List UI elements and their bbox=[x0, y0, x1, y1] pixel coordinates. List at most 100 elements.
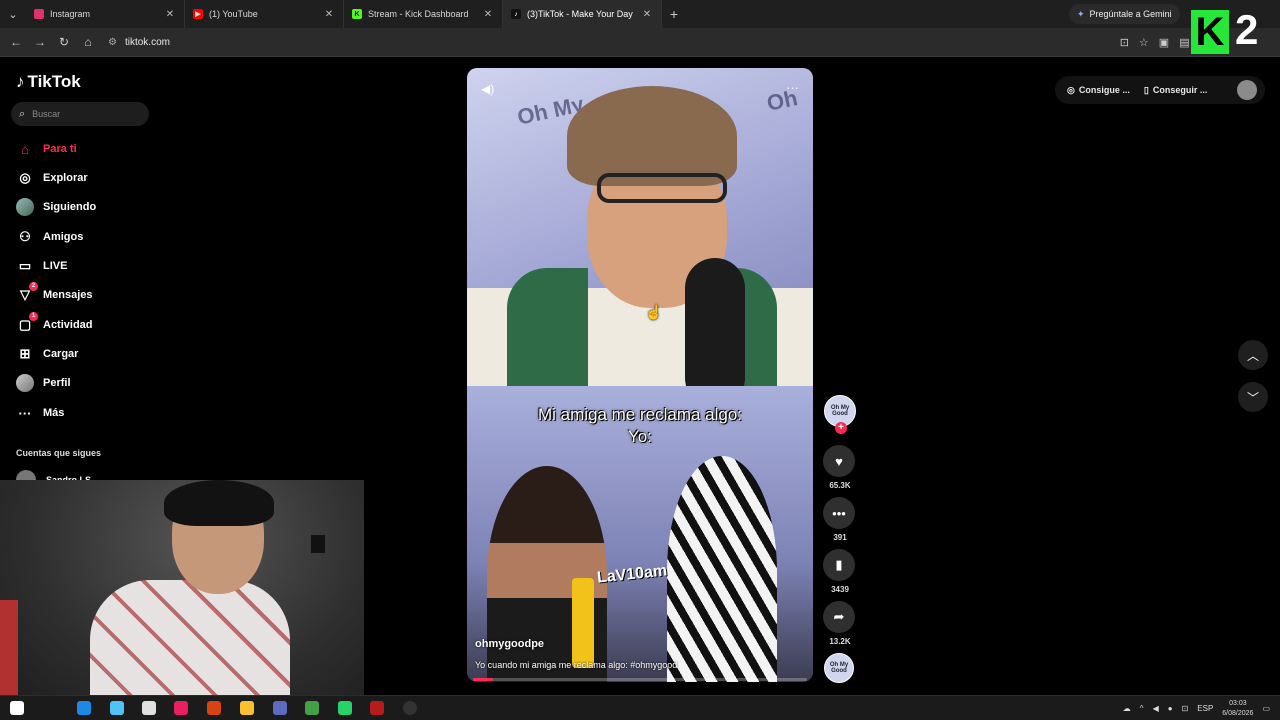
network-icon[interactable]: ⊡ bbox=[1182, 704, 1189, 713]
tiktok-logo[interactable]: ♪ TikTok bbox=[16, 72, 81, 92]
forward-icon[interactable]: → bbox=[28, 35, 52, 49]
close-tab-icon[interactable]: ✕ bbox=[164, 9, 176, 20]
notifications-icon[interactable]: ▭ bbox=[1262, 704, 1270, 713]
reload-icon[interactable]: ↻ bbox=[52, 35, 76, 49]
sidebar-item-label: Mensajes bbox=[43, 289, 93, 301]
avatar-text: Oh My Good bbox=[830, 405, 850, 417]
video-author[interactable]: ohmygoodpe bbox=[475, 638, 544, 650]
top-right-bar: ◎ Consigue ... ▯ Conseguir ... bbox=[1055, 76, 1265, 104]
tab-title: Stream - Kick Dashboard bbox=[368, 9, 469, 19]
obs-icon[interactable] bbox=[403, 701, 417, 715]
new-tab-button[interactable]: + bbox=[662, 6, 686, 22]
sidebar-item-explorar[interactable]: ◎ Explorar bbox=[16, 169, 87, 187]
home-browser-icon[interactable]: ⌂ bbox=[76, 35, 100, 49]
sidebar-item-siguiendo[interactable]: Siguiendo bbox=[16, 198, 96, 216]
like-count: 65.3K bbox=[829, 481, 851, 490]
close-tab-icon[interactable]: ✕ bbox=[482, 9, 494, 20]
tab-title: (1) YouTube bbox=[209, 9, 258, 19]
start-icon[interactable] bbox=[10, 701, 24, 715]
video-player[interactable]: Oh My Oh LaV10am Mi amiga me reclama alg… bbox=[467, 68, 813, 682]
tab-instagram[interactable]: Instagram ✕ bbox=[26, 0, 185, 28]
tab-title: Instagram bbox=[50, 9, 91, 19]
search-icon: ⌕ bbox=[19, 107, 26, 120]
video-top-panel: Oh My Oh bbox=[467, 68, 813, 408]
webcam-overlay bbox=[0, 480, 364, 707]
install-icon[interactable]: ⊡ bbox=[1120, 36, 1129, 49]
gemini-label: Pregúntale a Gemini bbox=[1089, 9, 1172, 19]
address-bar: ← → ↻ ⌂ ⚙ tiktok.com ⊡ ☆ ▣ ▤ ◧ bbox=[0, 28, 1280, 57]
tab-bar: ⌄ Instagram ✕ ▶ (1) YouTube ✕ K Stream -… bbox=[0, 0, 1280, 28]
video-progress-bar[interactable] bbox=[473, 678, 807, 681]
creator-avatar[interactable]: Oh My Good + bbox=[824, 395, 856, 434]
sidebar-item-para-ti[interactable]: ⌂ Para ti bbox=[16, 140, 77, 158]
weather-icon[interactable]: ☁ bbox=[1123, 704, 1131, 713]
avatar[interactable] bbox=[1237, 80, 1257, 100]
close-tab-icon[interactable]: ✕ bbox=[641, 9, 653, 20]
follow-plus-icon[interactable]: + bbox=[835, 422, 847, 434]
url-field[interactable]: ⚙ tiktok.com bbox=[108, 37, 170, 48]
sidebar-item-actividad[interactable]: ▢ 1 Actividad bbox=[16, 312, 93, 334]
sidebar-item-label: Amigos bbox=[43, 231, 84, 243]
tab-youtube[interactable]: ▶ (1) YouTube ✕ bbox=[185, 0, 344, 28]
sidepanel-icon[interactable]: ▤ bbox=[1179, 36, 1189, 49]
tab-kick[interactable]: K Stream - Kick Dashboard ✕ bbox=[344, 0, 503, 28]
next-video-button[interactable]: ﹀ bbox=[1238, 382, 1268, 412]
app-label: Conseguir ... bbox=[1152, 85, 1208, 95]
clock[interactable]: 03:03 6/08/2026 bbox=[1222, 699, 1253, 719]
close-tab-icon[interactable]: ✕ bbox=[323, 9, 335, 20]
search-input[interactable]: ⌕ Buscar bbox=[11, 102, 149, 126]
sidebar-item-label: Más bbox=[43, 407, 65, 419]
app-icon[interactable] bbox=[110, 701, 124, 715]
sidebar-item-mensajes[interactable]: ▽ 2 Mensajes bbox=[16, 282, 93, 304]
instagram-icon bbox=[34, 9, 44, 19]
tray-arrow-icon[interactable]: ^ bbox=[1140, 704, 1144, 713]
extension-icon[interactable]: ▣ bbox=[1159, 36, 1169, 49]
previous-video-button[interactable]: ︿ bbox=[1238, 340, 1268, 370]
sidebar-item-perfil[interactable]: Perfil bbox=[16, 374, 71, 392]
speaker-icon[interactable]: ◀ bbox=[1153, 704, 1159, 713]
app-icon[interactable] bbox=[77, 701, 91, 715]
whatsapp-icon[interactable] bbox=[338, 701, 352, 715]
tab-search-menu-icon[interactable]: ⌄ bbox=[0, 0, 26, 28]
youtube-icon: ▶ bbox=[193, 9, 203, 19]
app-icon[interactable] bbox=[142, 701, 156, 715]
sidebar-item-amigos[interactable]: ⚇ Amigos bbox=[16, 228, 83, 246]
more-options-icon[interactable]: ··· bbox=[786, 80, 799, 95]
share-button[interactable]: ➦ 13.2K bbox=[823, 601, 857, 646]
app-icon[interactable] bbox=[174, 701, 188, 715]
share-count: 13.2K bbox=[829, 637, 851, 646]
get-coins-button[interactable]: ◎ Consigue ... bbox=[1063, 85, 1134, 96]
back-icon[interactable]: ← bbox=[4, 35, 28, 49]
comment-button[interactable]: ••• 391 bbox=[823, 497, 857, 542]
app-icon[interactable] bbox=[370, 701, 384, 715]
mic-icon[interactable]: ● bbox=[1168, 704, 1173, 713]
sidebar-item-cargar[interactable]: ⊞ Cargar bbox=[16, 345, 79, 363]
app-icon[interactable] bbox=[207, 701, 221, 715]
sound-avatar[interactable]: Oh My Good bbox=[824, 653, 854, 683]
tab-tiktok[interactable]: ♪ (3)TikTok - Make Your Day ✕ bbox=[503, 0, 662, 28]
sidebar-item-label: Perfil bbox=[43, 377, 71, 389]
save-button[interactable]: ▮ 3439 bbox=[823, 549, 857, 594]
chrome-icon[interactable] bbox=[305, 701, 319, 715]
messages-badge: 2 bbox=[29, 282, 38, 291]
like-button[interactable]: ♥ 65.3K bbox=[823, 445, 857, 490]
comment-count: 391 bbox=[833, 533, 847, 542]
logo-text: TikTok bbox=[27, 72, 81, 91]
sidebar-item-mas[interactable]: ··· Más bbox=[16, 404, 65, 422]
bookmark-icon: ▮ bbox=[823, 549, 855, 581]
chevron-down-icon: ﹀ bbox=[1246, 390, 1259, 405]
mouse-cursor-icon: ☝ bbox=[645, 304, 663, 320]
app-icon[interactable] bbox=[273, 701, 287, 715]
site-info-icon[interactable]: ⚙ bbox=[108, 37, 117, 48]
language-indicator[interactable]: ESP bbox=[1197, 704, 1213, 713]
overlay-number: 2 bbox=[1235, 6, 1259, 53]
tiktok-note-icon: ♪ bbox=[16, 72, 25, 91]
bookmark-star-icon[interactable]: ☆ bbox=[1139, 36, 1149, 49]
app-icon[interactable] bbox=[240, 701, 254, 715]
gemini-button[interactable]: ✦ Pregúntale a Gemini bbox=[1069, 4, 1180, 24]
sidebar-item-live[interactable]: ▭ LIVE bbox=[16, 257, 68, 275]
get-app-button[interactable]: ▯ Conseguir ... bbox=[1140, 85, 1211, 96]
volume-icon[interactable]: ◀) bbox=[481, 82, 494, 96]
comment-icon: ••• bbox=[823, 497, 855, 529]
kick-logo: K bbox=[1191, 10, 1229, 54]
